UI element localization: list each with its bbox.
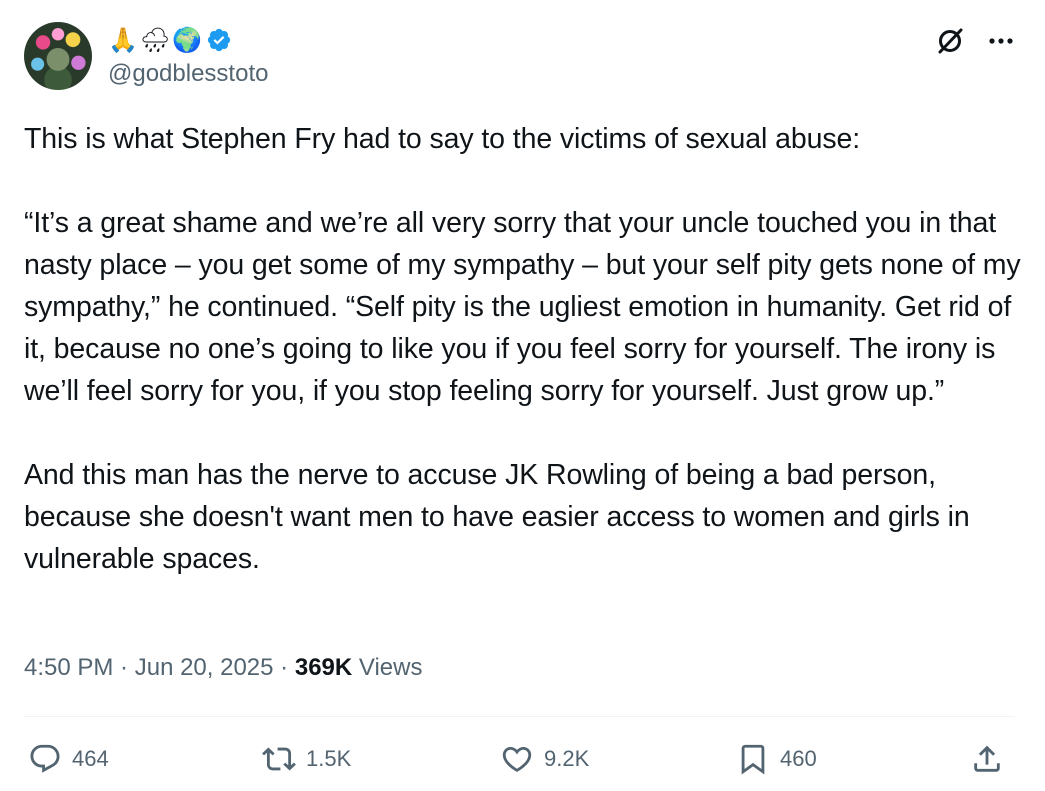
retweet-button[interactable]: 1.5K — [262, 735, 351, 783]
tweet-metadata: 4:50 PM · Jun 20, 2025 · 369K Views — [24, 648, 422, 688]
like-count: 9.2K — [544, 746, 590, 771]
tweet-text: This is what Stephen Fry had to say to t… — [24, 123, 1021, 575]
meta-separator: · — [273, 654, 295, 681]
grok-icon[interactable] — [935, 26, 965, 56]
tweet-date[interactable]: Jun 20, 2025 — [135, 654, 274, 681]
bookmark-count: 460 — [780, 746, 817, 771]
views-count: 369K — [294, 654, 353, 681]
avatar[interactable] — [24, 22, 92, 90]
bookmark-icon — [741, 744, 765, 775]
share-icon — [974, 745, 1000, 772]
like-button[interactable]: 9.2K — [500, 735, 589, 783]
globe-emoji: 🌍 — [172, 26, 203, 54]
share-button[interactable] — [970, 735, 1004, 783]
reply-count: 464 — [72, 746, 109, 771]
meta-separator: · — [113, 654, 135, 681]
reply-button[interactable]: 464 — [28, 735, 109, 783]
bookmark-button[interactable]: 460 — [736, 735, 817, 783]
rain-cloud-emoji: 🌧 — [139, 26, 171, 54]
user-handle[interactable]: @godblesstoto — [108, 60, 268, 88]
action-bar: 464 1.5K 9.2K 460 — [24, 735, 1024, 783]
like-icon — [502, 746, 532, 772]
views-label: Views — [352, 654, 423, 681]
retweet-count: 1.5K — [306, 746, 352, 771]
folded-hands-emoji: 🙏 — [108, 26, 138, 54]
divider — [24, 716, 1015, 717]
tweet-time[interactable]: 4:50 PM — [24, 654, 113, 681]
more-icon[interactable] — [987, 27, 1015, 55]
reply-icon — [30, 744, 60, 773]
display-name[interactable]: 🙏 🌧 🌍 — [108, 24, 232, 56]
retweet-icon — [262, 747, 296, 771]
verified-badge-icon — [208, 28, 231, 52]
